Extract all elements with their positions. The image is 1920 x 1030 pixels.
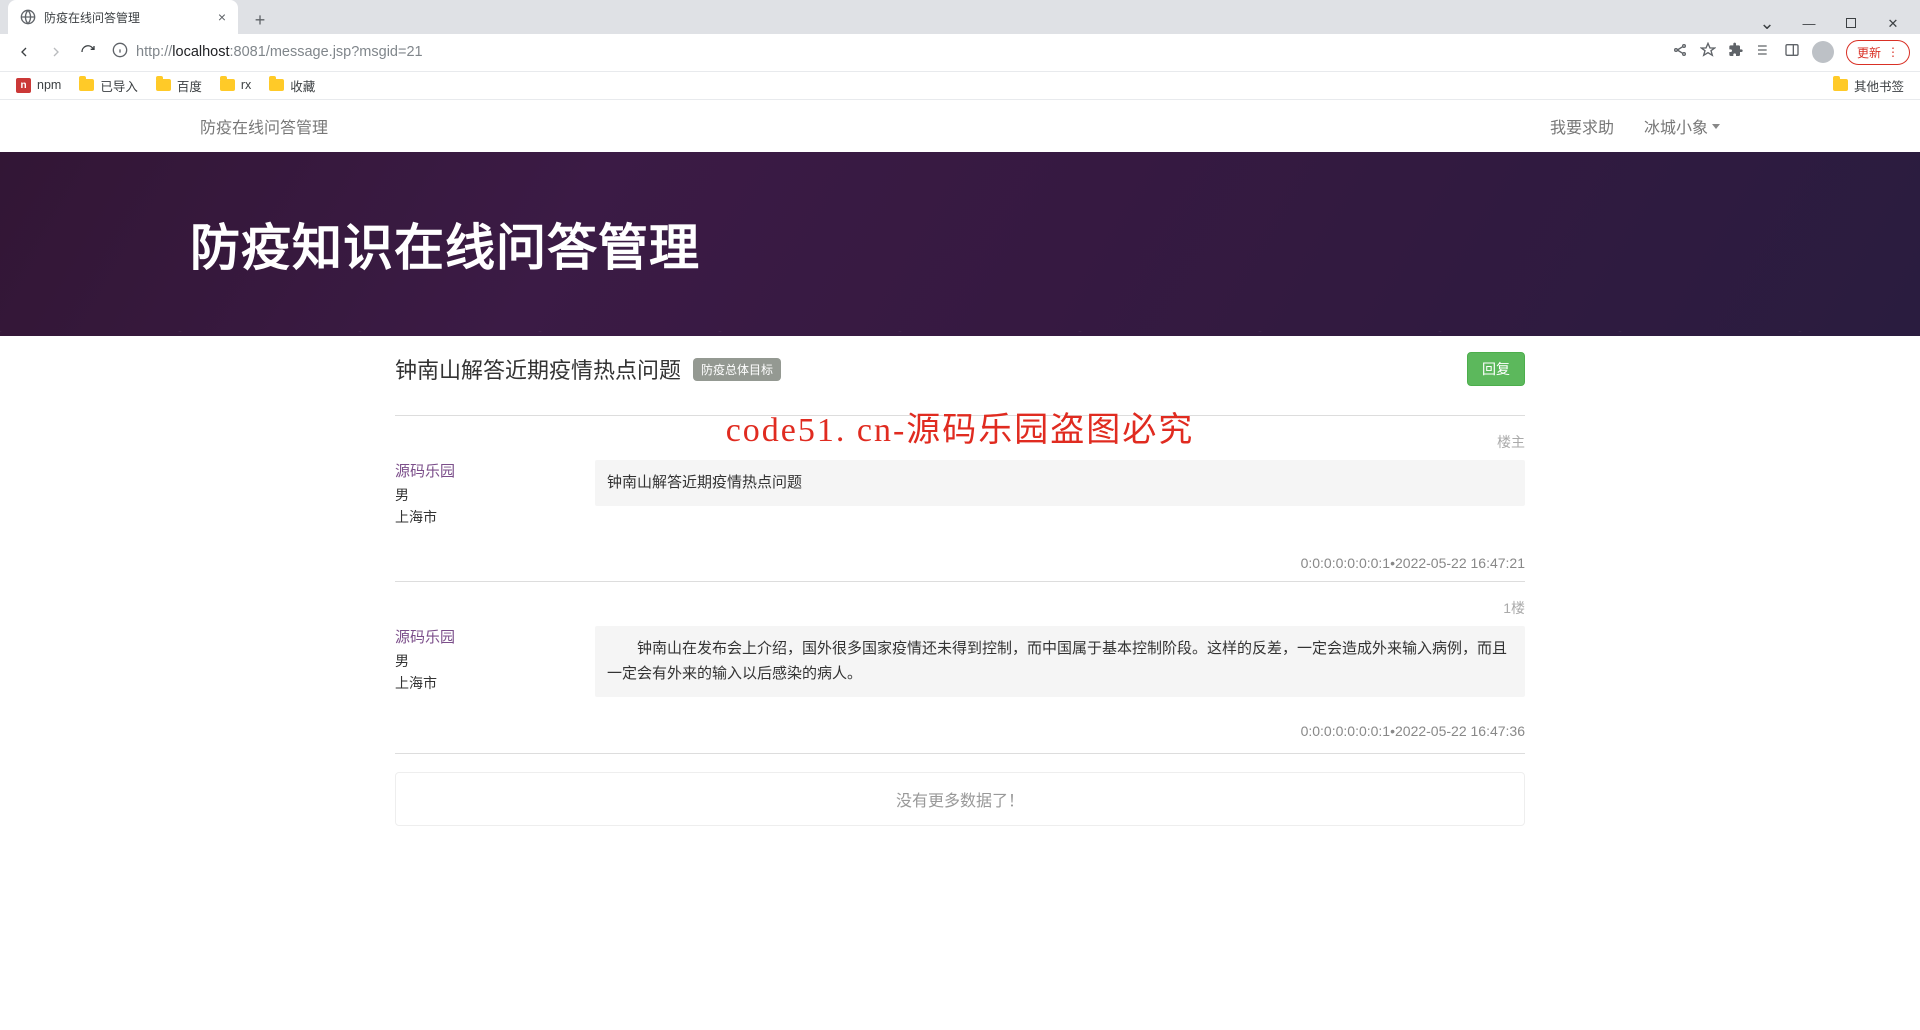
globe-icon — [20, 9, 36, 25]
bookmark-imported[interactable]: 已导入 — [79, 76, 138, 95]
post-author: 源码乐园 男 上海市 — [395, 460, 595, 529]
url-text: http://localhost:8081/message.jsp?msgid=… — [136, 44, 423, 60]
browser-tab[interactable]: 防疫在线问答管理 × — [8, 0, 238, 34]
close-window-icon[interactable]: ✕ — [1880, 16, 1906, 32]
post-author: 源码乐园 男 上海市 — [395, 626, 595, 697]
page-content: 防疫在线问答管理 我要求助 冰城小象 防疫知识在线问答管理 钟南山解答近期疫情热… — [0, 100, 1920, 826]
post-floor-label: 1楼 — [395, 594, 1525, 626]
window-controls: ⌄ — ✕ — [1754, 7, 1920, 34]
tab-title: 防疫在线问答管理 — [44, 9, 140, 26]
nav-help-link[interactable]: 我要求助 — [1550, 114, 1614, 138]
side-panel-icon[interactable] — [1784, 42, 1800, 63]
maximize-icon[interactable] — [1838, 16, 1864, 31]
post-meta: 0:0:0:0:0:0:0:1•2022-05-22 16:47:36 — [395, 697, 1525, 749]
post-content: 钟南山在发布会上介绍，国外很多国家疫情还未得到控制，而中国属于基本控制阶段。这样… — [595, 626, 1525, 697]
update-button[interactable]: 更新 ⋮ — [1846, 40, 1910, 65]
share-icon[interactable] — [1672, 42, 1688, 63]
reload-button[interactable] — [74, 38, 102, 66]
forward-button[interactable] — [42, 38, 70, 66]
caret-down-icon — [1712, 124, 1720, 129]
thread-tag: 防疫总体目标 — [693, 358, 781, 381]
author-city: 上海市 — [395, 506, 585, 528]
author-city: 上海市 — [395, 672, 585, 694]
watermark-text: code51. cn-源码乐园盗图必究 — [395, 402, 1525, 451]
close-icon[interactable]: × — [218, 9, 226, 25]
browser-toolbar: http://localhost:8081/message.jsp?msgid=… — [0, 34, 1920, 71]
bookmark-baidu[interactable]: 百度 — [156, 76, 202, 95]
address-bar[interactable]: http://localhost:8081/message.jsp?msgid=… — [112, 42, 1662, 63]
nav-user-menu[interactable]: 冰城小象 — [1644, 114, 1720, 138]
hero-title: 防疫知识在线问答管理 — [190, 208, 700, 280]
back-button[interactable] — [10, 38, 38, 66]
author-name[interactable]: 源码乐园 — [395, 460, 585, 484]
bookmark-favorites[interactable]: 收藏 — [269, 76, 315, 95]
post-content: 钟南山解答近期疫情热点问题 — [595, 460, 1525, 506]
bookmark-other[interactable]: 其他书签 — [1833, 76, 1904, 95]
reply-button[interactable]: 回复 — [1467, 352, 1525, 386]
author-name[interactable]: 源码乐园 — [395, 626, 585, 650]
bookmark-npm[interactable]: nnpm — [16, 78, 61, 93]
nav-user-name: 冰城小象 — [1644, 114, 1708, 138]
folder-icon — [269, 79, 284, 91]
more-icon: ⋮ — [1887, 45, 1899, 59]
app-brand[interactable]: 防疫在线问答管理 — [200, 114, 328, 138]
author-gender: 男 — [395, 484, 585, 506]
folder-icon — [1833, 79, 1848, 91]
bookmark-rx[interactable]: rx — [220, 78, 251, 92]
toolbar-right-icons: 更新 ⋮ — [1672, 40, 1910, 65]
extensions-icon[interactable] — [1728, 42, 1744, 63]
bookmark-bar: nnpm 已导入 百度 rx 收藏 其他书签 — [0, 72, 1920, 100]
profile-avatar-icon[interactable] — [1812, 41, 1834, 63]
browser-chrome: 防疫在线问答管理 × + ⌄ — ✕ http://localhost:8081… — [0, 0, 1920, 100]
folder-icon — [79, 79, 94, 91]
post-meta: 0:0:0:0:0:0:0:1•2022-05-22 16:47:21 — [395, 529, 1525, 581]
minimize-icon[interactable]: — — [1796, 16, 1822, 31]
divider — [395, 753, 1525, 754]
folder-icon — [220, 79, 235, 91]
star-icon[interactable] — [1700, 42, 1716, 63]
thread-title: 钟南山解答近期疫情热点问题 — [395, 353, 681, 385]
npm-icon: n — [16, 78, 31, 93]
post-item: 1楼 源码乐园 男 上海市 钟南山在发布会上介绍，国外很多国家疫情还未得到控制，… — [395, 581, 1525, 749]
chevron-down-icon[interactable]: ⌄ — [1754, 13, 1780, 34]
app-nav: 防疫在线问答管理 我要求助 冰城小象 — [0, 100, 1920, 152]
new-tab-button[interactable]: + — [246, 6, 274, 34]
thread-header: 钟南山解答近期疫情热点问题 防疫总体目标 回复 — [395, 336, 1525, 396]
folder-icon — [156, 79, 171, 91]
no-more-data: 没有更多数据了！ — [395, 772, 1525, 826]
reading-list-icon[interactable] — [1756, 42, 1772, 63]
tab-strip: 防疫在线问答管理 × + ⌄ — ✕ — [0, 0, 1920, 34]
hero-banner: 防疫知识在线问答管理 — [0, 152, 1920, 336]
author-gender: 男 — [395, 650, 585, 672]
info-icon[interactable] — [112, 42, 128, 63]
